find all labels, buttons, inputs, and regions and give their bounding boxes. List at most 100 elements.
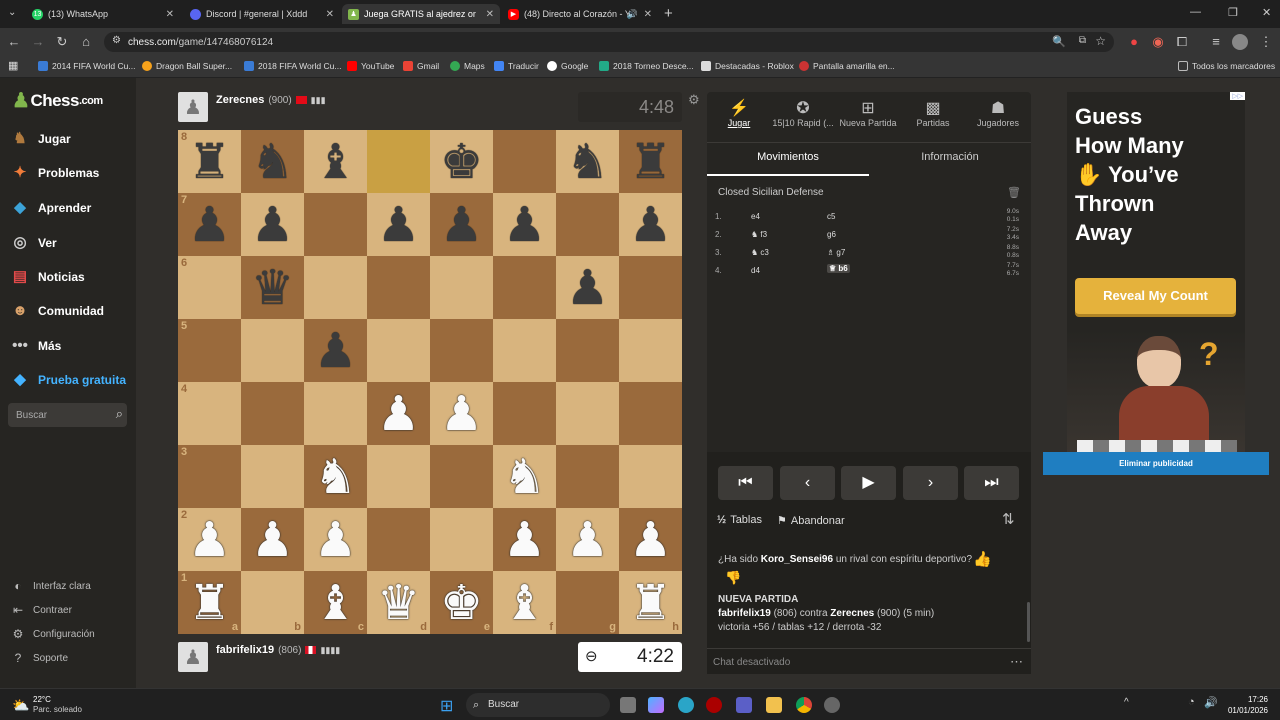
square-h8[interactable]: ♜ <box>619 130 682 193</box>
file-explorer-icon[interactable] <box>766 697 782 713</box>
sidebar-search-input[interactable]: Buscar ⌕ <box>8 403 127 427</box>
black-king-piece[interactable]: ♚ <box>440 138 483 186</box>
square-a1[interactable]: 1 a ♜ <box>178 571 241 634</box>
square-g3[interactable] <box>556 445 619 508</box>
square-d1[interactable]: d ♛ <box>367 571 430 634</box>
bookmark-item[interactable]: Traducir <box>494 61 539 71</box>
sidebar-item-prueba-gratuita[interactable]: ◆ Prueba gratuita <box>10 371 126 389</box>
square-c2[interactable]: ♟ <box>304 508 367 571</box>
square-a5[interactable]: 5 <box>178 319 241 382</box>
square-c7[interactable] <box>304 193 367 256</box>
close-icon[interactable]: ✕ <box>326 9 334 20</box>
square-h4[interactable] <box>619 382 682 445</box>
square-f7[interactable]: ♟ <box>493 193 556 256</box>
square-h1[interactable]: h ♜ <box>619 571 682 634</box>
volume-icon[interactable]: 🔊 <box>1204 696 1218 709</box>
square-e6[interactable] <box>430 256 493 319</box>
close-icon[interactable]: ✕ <box>644 9 652 20</box>
square-e4[interactable]: ♟ <box>430 382 493 445</box>
square-h7[interactable]: ♟ <box>619 193 682 256</box>
white-pawn-piece[interactable]: ♟ <box>188 516 231 564</box>
chat-input[interactable]: Chat desactivado ⋯ <box>707 648 1031 674</box>
square-f2[interactable]: ♟ <box>493 508 556 571</box>
bookmark-item[interactable]: Maps <box>450 61 485 71</box>
collapse-button[interactable]: ⇤ Contraer <box>10 603 72 617</box>
black-pawn-piece[interactable]: ♟ <box>629 201 672 249</box>
chess-logo[interactable]: ♟ Chess .com <box>12 88 103 113</box>
chess-board[interactable]: 8 ♜ ♞ ♝ ♚ ♞ ♜ 7 ♟ ♟ ♟ ♟ ♟ ♟ 6 ♛ ♟ 5 ♟ 4 ♟ ♟ 3 ♞ ♞ 2 ♟ ♟ ♟ ♟ ♟ ♟ 1 a ♜ b c ♝ d ♛… <box>178 130 682 634</box>
chrome-app-icon[interactable] <box>824 697 840 713</box>
square-e2[interactable] <box>430 508 493 571</box>
square-a7[interactable]: 7 ♟ <box>178 193 241 256</box>
white-king-piece[interactable]: ♚ <box>440 579 483 627</box>
square-g6[interactable]: ♟ <box>556 256 619 319</box>
white-pawn-piece[interactable]: ♟ <box>251 516 294 564</box>
weather-icon[interactable]: ⛅ <box>12 697 29 714</box>
square-g7[interactable] <box>556 193 619 256</box>
opponent-avatar[interactable]: ♟ <box>178 92 208 122</box>
new-tab-button[interactable]: + <box>664 5 673 22</box>
sidebar-item-comunidad[interactable]: ☻ Comunidad <box>10 302 104 320</box>
app-icon[interactable] <box>706 697 722 713</box>
square-e5[interactable] <box>430 319 493 382</box>
flip-board-icon[interactable]: ⇅ <box>1002 510 1015 528</box>
tab-jugadores[interactable]: ☗ Jugadores <box>966 98 1030 128</box>
prev-move-button[interactable]: ‹ <box>780 466 835 500</box>
taskbar-search[interactable]: ⌕ Buscar <box>466 693 610 717</box>
square-a8[interactable]: 8 ♜ <box>178 130 241 193</box>
reload-icon[interactable]: ↻ <box>54 34 70 50</box>
white-pawn-piece[interactable]: ♟ <box>314 516 357 564</box>
bookmark-item[interactable]: 2018 Torneo Desce... <box>599 61 694 71</box>
white-pawn-piece[interactable]: ♟ <box>377 390 420 438</box>
settings-link[interactable]: ⚙ Configuración <box>10 627 95 641</box>
weather-widget[interactable]: 22°C Parc. soleado <box>33 695 82 715</box>
all-bookmarks[interactable]: Todos los marcadores <box>1178 61 1275 71</box>
bookmark-item[interactable]: Gmail <box>403 61 439 71</box>
square-d6[interactable] <box>367 256 430 319</box>
square-d5[interactable] <box>367 319 430 382</box>
black-knight-piece[interactable]: ♞ <box>251 138 294 186</box>
first-move-button[interactable]: ⏮ <box>718 466 773 500</box>
tab-rapid[interactable]: ✪ 15|10 Rapid (... <box>771 98 835 128</box>
square-b1[interactable]: b <box>241 571 304 634</box>
black-pawn-piece[interactable]: ♟ <box>440 201 483 249</box>
move-black[interactable]: c5 <box>827 212 835 221</box>
close-window-icon[interactable]: ✕ <box>1262 6 1271 19</box>
square-f1[interactable]: f ♝ <box>493 571 556 634</box>
move-black[interactable]: g6 <box>827 230 836 239</box>
white-knight-piece[interactable]: ♞ <box>314 453 357 501</box>
install-icon[interactable]: ⧉ <box>1079 35 1086 46</box>
adchoices-icon[interactable]: ▷▷ <box>1230 92 1245 100</box>
square-b2[interactable]: ♟ <box>241 508 304 571</box>
forward-icon[interactable]: → <box>30 34 46 50</box>
white-knight-piece[interactable]: ♞ <box>503 453 546 501</box>
black-pawn-piece[interactable]: ♟ <box>377 201 420 249</box>
search-icon[interactable]: ⌕ <box>116 406 123 422</box>
white-queen-piece[interactable]: ♛ <box>377 579 420 627</box>
black-pawn-piece[interactable]: ♟ <box>188 201 231 249</box>
square-f3[interactable]: ♞ <box>493 445 556 508</box>
start-icon[interactable]: ⊞ <box>440 696 453 716</box>
menu-icon[interactable]: ⋮ <box>1258 34 1274 50</box>
bookmark-item[interactable]: Dragon Ball Super... <box>142 61 232 71</box>
trash-icon[interactable]: 🗑 <box>1007 186 1021 199</box>
teams-icon[interactable] <box>736 697 752 713</box>
thumbs-down-icon[interactable]: 👎 <box>725 570 741 586</box>
black-pawn-piece[interactable]: ♟ <box>314 327 357 375</box>
wifi-icon[interactable]: ◔ <box>1188 696 1195 708</box>
black-bishop-piece[interactable]: ♝ <box>314 138 357 186</box>
square-c6[interactable] <box>304 256 367 319</box>
sidebar-item-noticias[interactable]: ▤ Noticias <box>10 268 85 286</box>
reveal-count-button[interactable]: Reveal My Count <box>1075 278 1236 314</box>
url-bar[interactable]: ⚙ chess.com/game/147468076124 🔍 ⧉ ☆ <box>104 32 1114 52</box>
tab-list-chevron-icon[interactable]: ⌄ <box>8 7 16 18</box>
clock[interactable]: 17:26 01/01/2026 <box>1222 694 1268 716</box>
move-black-current[interactable]: ♕ b6 <box>827 264 850 273</box>
tab-discord[interactable]: Discord | #general | Xddd ✕ <box>184 4 340 24</box>
zoom-icon[interactable]: 🔍 <box>1052 35 1066 48</box>
tab-partidas[interactable]: ▩ Partidas <box>901 98 965 128</box>
sidebar-item-problemas[interactable]: ✦ Problemas <box>10 164 100 182</box>
square-d8[interactable] <box>367 130 430 193</box>
black-pawn-piece[interactable]: ♟ <box>251 201 294 249</box>
black-knight-piece[interactable]: ♞ <box>566 138 609 186</box>
